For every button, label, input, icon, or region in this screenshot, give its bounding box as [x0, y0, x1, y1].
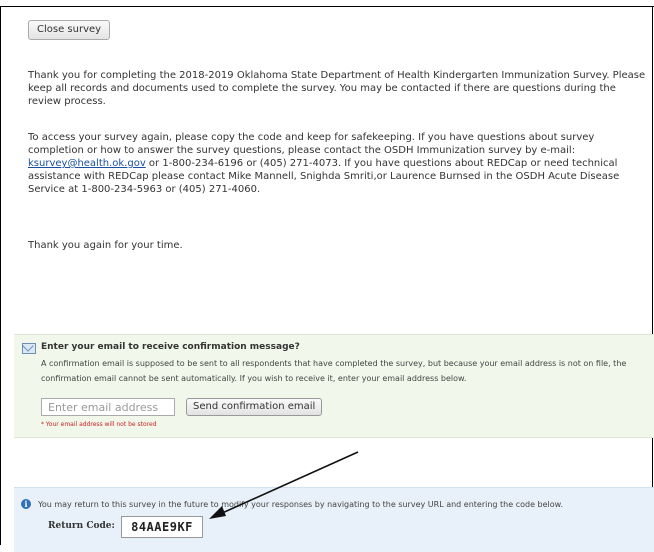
- send-confirmation-button[interactable]: Send confirmation email: [186, 398, 323, 416]
- return-info-text: You may return to this survey in the fut…: [38, 500, 564, 509]
- return-code-label: Return Code:: [48, 521, 115, 531]
- survey-email-link[interactable]: ksurvey@health.ok.gov: [28, 158, 146, 169]
- return-code-section: i You may return to this survey in the f…: [14, 487, 654, 552]
- contact-paragraph: To access your survey again, please copy…: [28, 131, 648, 196]
- contact-text-start: To access your survey again, please copy…: [28, 132, 595, 156]
- envelope-icon: [22, 343, 36, 354]
- email-input[interactable]: [41, 398, 175, 416]
- close-survey-button[interactable]: Close survey: [28, 20, 111, 40]
- info-icon: i: [21, 499, 31, 509]
- return-code-value[interactable]: 84AAE9KF: [121, 516, 203, 538]
- closing-paragraph: Thank you again for your time.: [28, 240, 183, 251]
- email-privacy-note: * Your email address will not be stored: [41, 421, 157, 428]
- email-section-description: A confirmation email is supposed to be s…: [41, 359, 627, 383]
- email-confirmation-section: Enter your email to receive confirmation…: [14, 334, 654, 438]
- page-border-right: [652, 7, 653, 545]
- survey-page: Close survey Thank you for completing th…: [0, 6, 654, 552]
- email-section-title: Enter your email to receive confirmation…: [41, 342, 300, 352]
- thank-you-paragraph: Thank you for completing the 2018-2019 O…: [28, 70, 646, 107]
- page-border-left: [0, 7, 1, 545]
